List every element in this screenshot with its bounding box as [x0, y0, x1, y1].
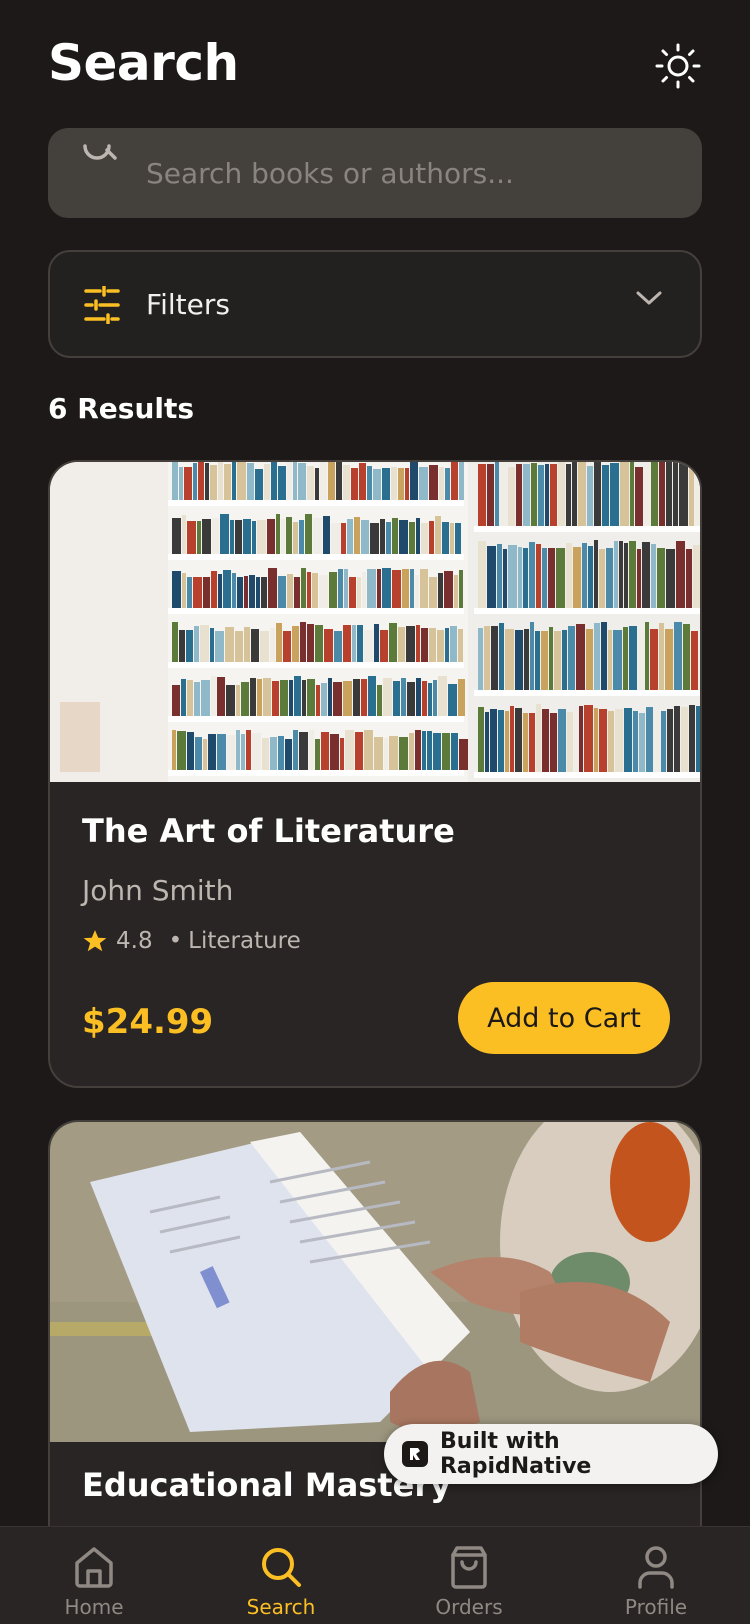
tab-label: Home	[64, 1595, 124, 1619]
tab-label: Profile	[624, 1595, 688, 1619]
sun-icon	[655, 43, 701, 89]
chevron-down-icon	[636, 291, 662, 305]
tab-search[interactable]: Search	[206, 1527, 356, 1624]
book-card[interactable]: Educational Mastery	[48, 1120, 702, 1580]
tab-label: Search	[246, 1595, 316, 1619]
search-icon	[83, 144, 117, 160]
shopping-bag-icon	[451, 1546, 487, 1589]
results-count: 6 Results	[48, 392, 195, 425]
sliders-icon	[84, 286, 120, 324]
book-cover-image	[50, 462, 700, 782]
home-icon	[75, 1547, 113, 1588]
book-cover-image	[50, 1122, 700, 1442]
user-icon	[638, 1546, 674, 1589]
tab-orders[interactable]: Orders	[394, 1527, 544, 1624]
star-icon	[83, 930, 107, 952]
book-category: Literature	[188, 928, 301, 954]
add-to-cart-button[interactable]: Add to Cart	[458, 982, 670, 1054]
search-input[interactable]	[146, 128, 676, 218]
theme-toggle-button[interactable]	[652, 40, 704, 92]
book-card[interactable]: The Art of Literature John Smith 4.8 • L…	[48, 460, 702, 1088]
tab-profile[interactable]: Profile	[581, 1527, 731, 1624]
rapidnative-logo-icon	[402, 1441, 428, 1467]
tab-home[interactable]: Home	[19, 1527, 169, 1624]
separator-dot: •	[168, 928, 183, 954]
book-rating: 4.8	[116, 928, 153, 954]
search-bar[interactable]	[48, 128, 702, 218]
book-meta: 4.8 • Literature	[82, 928, 301, 954]
page-title: Search	[48, 34, 239, 92]
built-with-label: Built with RapidNative	[439, 1429, 592, 1479]
tab-label: Orders	[435, 1595, 503, 1619]
book-price: $24.99	[82, 1002, 214, 1042]
book-title: The Art of Literature	[82, 812, 455, 850]
built-with-badge[interactable]: Built with RapidNative	[384, 1424, 718, 1484]
filters-label: Filters	[146, 288, 230, 321]
book-author: John Smith	[82, 874, 234, 907]
search-icon	[262, 1548, 301, 1587]
filters-dropdown[interactable]: Filters	[48, 250, 702, 358]
bottom-tab-bar: Home Search Orders Profile	[0, 1526, 750, 1624]
